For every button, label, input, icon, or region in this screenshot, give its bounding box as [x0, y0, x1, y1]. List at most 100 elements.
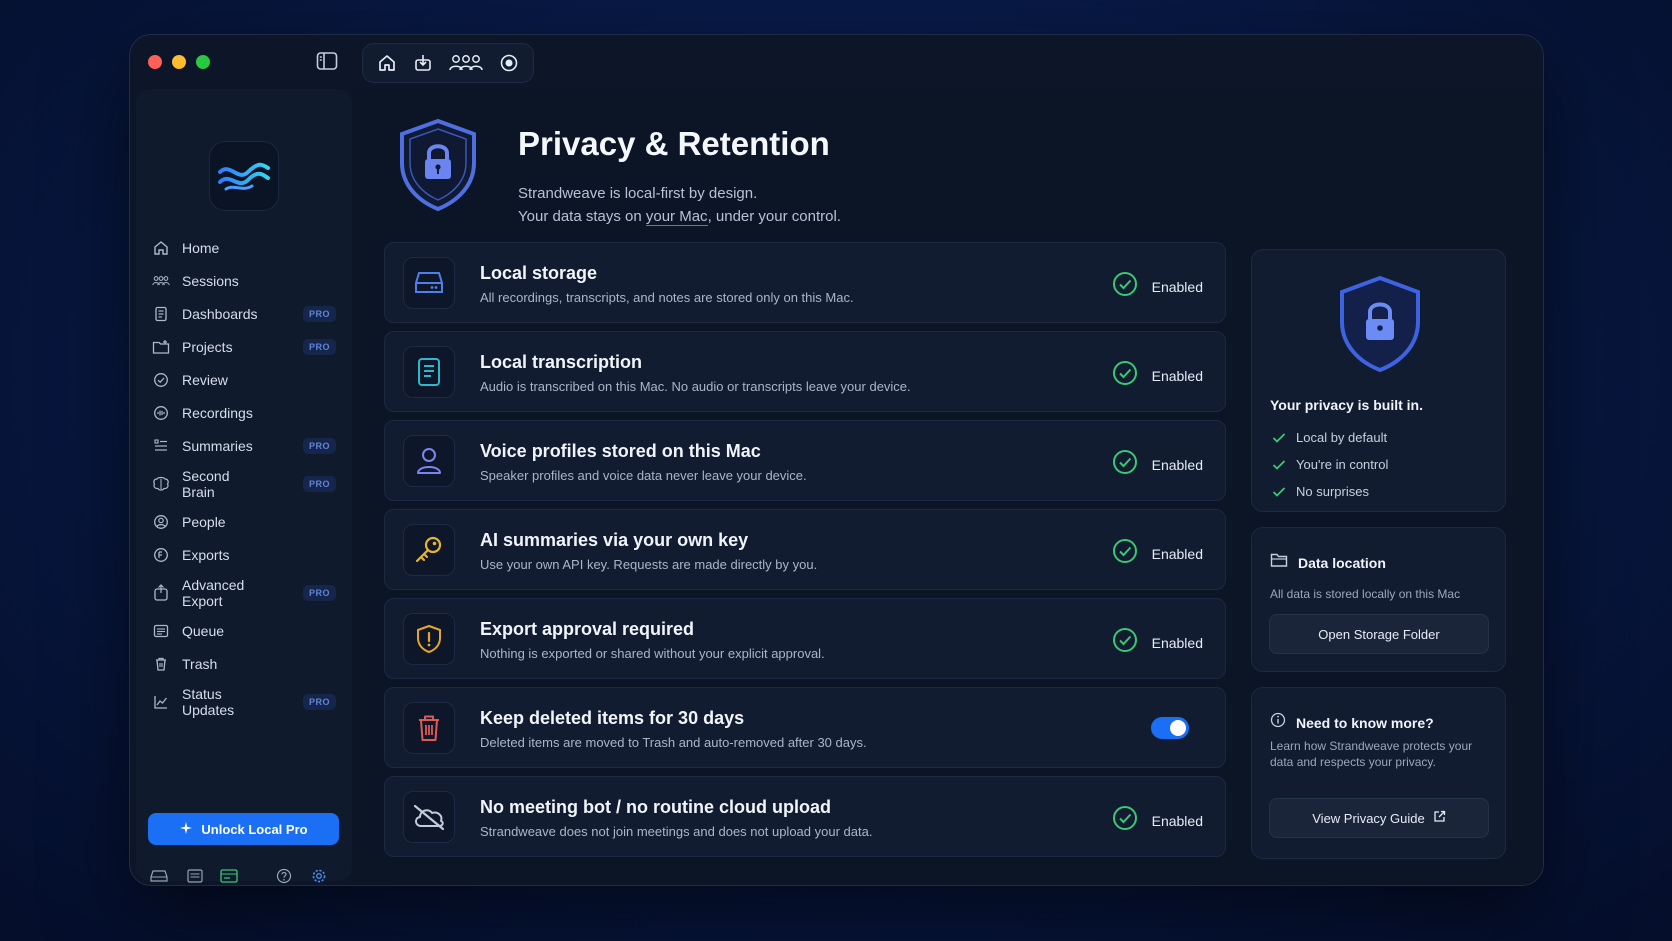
- check-circle-icon: [152, 371, 170, 389]
- sidebar-item-recordings[interactable]: Recordings: [148, 396, 340, 429]
- pro-badge: PRO: [302, 305, 336, 322]
- status-enabled: Enabled: [1112, 360, 1203, 391]
- sidebar-item-label: Review: [182, 371, 228, 388]
- check-circle-icon: [1112, 360, 1138, 391]
- pro-badge: PRO: [302, 584, 336, 601]
- shield-alert-icon: [403, 613, 455, 665]
- trash-icon: [403, 702, 455, 754]
- key-icon: [403, 524, 455, 576]
- feature-title: AI summaries via your own key: [480, 530, 749, 550]
- pro-badge: PRO: [302, 475, 336, 492]
- keep-deleted-toggle[interactable]: [1151, 717, 1189, 739]
- open-storage-folder-button[interactable]: Open Storage Folder: [1269, 614, 1489, 654]
- learn-more-card: Need to know more? Learn how Strandweave…: [1251, 687, 1506, 859]
- cloud-off-icon: [403, 791, 455, 843]
- sidebar-footer: [148, 865, 340, 885]
- unlock-pro-label: Unlock Local Pro: [201, 821, 308, 837]
- titlebar: [130, 35, 1543, 89]
- status-enabled: Enabled: [1112, 449, 1203, 480]
- shield-lock-icon: [396, 117, 480, 213]
- sidebar-item-home[interactable]: Home: [148, 231, 340, 264]
- app-logo: [209, 141, 279, 211]
- sidebar-item-label: Sessions: [182, 272, 239, 289]
- subtitle-text: , under your control.: [707, 208, 841, 225]
- chart-icon: [152, 693, 170, 711]
- home-icon[interactable]: [374, 50, 400, 76]
- calendar-icon[interactable]: [184, 865, 206, 885]
- sidebar-item-people[interactable]: People: [148, 505, 340, 538]
- record-icon[interactable]: [496, 50, 522, 76]
- drive-icon: [403, 257, 455, 309]
- sidebar-item-label: Second Brain: [182, 467, 230, 500]
- toolbar-group: [362, 43, 534, 83]
- external-link-icon: [1433, 810, 1446, 826]
- sidebar-item-projects[interactable]: Projects PRO: [148, 330, 340, 363]
- sidebar-item-trash[interactable]: Trash: [148, 647, 340, 680]
- person-circle-icon: [152, 513, 170, 531]
- sidebar-item-sessions[interactable]: Sessions: [148, 264, 340, 297]
- zoom-window-button[interactable]: [196, 55, 210, 69]
- sidebar-item-second-brain[interactable]: Second Brain PRO: [148, 462, 340, 505]
- sidebar-item-summaries[interactable]: Summaries PRO: [148, 429, 340, 462]
- data-location-title: Data location: [1298, 554, 1386, 571]
- import-icon[interactable]: [410, 50, 436, 76]
- check-icon: [1272, 486, 1286, 497]
- feature-title: Keep deleted items for 30 days: [480, 708, 745, 728]
- check-label: No surprises: [1296, 484, 1369, 499]
- list-item: No surprises: [1272, 478, 1388, 505]
- privacy-built-in-heading: Your privacy is built in.: [1270, 397, 1423, 413]
- your-mac-highlight: your Mac: [645, 208, 708, 226]
- view-privacy-guide-button[interactable]: View Privacy Guide: [1269, 798, 1489, 838]
- recording-icon: [152, 404, 170, 422]
- feature-description: Speaker profiles and voice data never le…: [480, 468, 807, 483]
- feature-description: Audio is transcribed on this Mac. No aud…: [480, 379, 911, 394]
- sidebar-item-status-updates[interactable]: Status Updates PRO: [148, 680, 340, 723]
- sidebar-item-exports[interactable]: Exports: [148, 538, 340, 571]
- list-icon: [152, 437, 170, 455]
- feature-keep-deleted: Keep deleted items for 30 days Deleted i…: [384, 687, 1226, 768]
- sidebar-item-dashboards[interactable]: Dashboards PRO: [148, 297, 340, 330]
- storage-status-icon[interactable]: [218, 865, 240, 885]
- minimize-window-button[interactable]: [172, 55, 186, 69]
- pro-badge: PRO: [302, 437, 336, 454]
- app-window: Home Sessions Dashboards PRO Projects PR…: [129, 34, 1544, 886]
- sidebar-item-review[interactable]: Review: [148, 363, 340, 396]
- people-group-icon[interactable]: [446, 50, 486, 76]
- status-enabled: Enabled: [1112, 627, 1203, 658]
- check-label: Local by default: [1296, 430, 1388, 445]
- help-icon[interactable]: [273, 865, 295, 885]
- check-icon: [1272, 432, 1286, 443]
- learn-more-header: Need to know more?: [1270, 712, 1434, 733]
- feature-ai-summaries: AI summaries via your own key Use your o…: [384, 509, 1226, 590]
- people-group-icon: [152, 272, 170, 290]
- trash-icon: [152, 655, 170, 673]
- queue-icon: [152, 622, 170, 640]
- button-label: View Privacy Guide: [1312, 810, 1425, 826]
- check-circle-icon: [1112, 538, 1138, 569]
- dashboard-icon: [152, 305, 170, 323]
- page-subtitle-2: Your data stays on your Mac, under your …: [518, 208, 841, 226]
- sidebar-item-label: Recordings: [182, 404, 253, 421]
- sidebar-item-label: Queue: [182, 622, 225, 639]
- feature-description: All recordings, transcripts, and notes a…: [480, 290, 854, 305]
- close-window-button[interactable]: [148, 55, 162, 69]
- privacy-features-list: Local storage All recordings, transcript…: [384, 242, 1226, 865]
- export-icon: [152, 546, 170, 564]
- feature-export-approval: Export approval required Nothing is expo…: [384, 598, 1226, 679]
- privacy-summary-card: Your privacy is built in. Local by defau…: [1251, 249, 1506, 512]
- pro-badge: PRO: [302, 693, 336, 710]
- check-label: You're in control: [1296, 457, 1389, 472]
- button-label: Open Storage Folder: [1318, 626, 1440, 642]
- unlock-pro-button[interactable]: Unlock Local Pro: [148, 813, 339, 845]
- sidebar: Home Sessions Dashboards PRO Projects PR…: [136, 89, 352, 884]
- drive-icon[interactable]: [148, 865, 170, 885]
- brain-icon: [152, 475, 170, 493]
- gear-icon[interactable]: [308, 865, 330, 885]
- sidebar-toggle-icon[interactable]: [316, 51, 340, 73]
- sidebar-item-queue[interactable]: Queue: [148, 614, 340, 647]
- check-circle-icon: [1112, 805, 1138, 836]
- status-label: Enabled: [1151, 456, 1203, 473]
- check-circle-icon: [1112, 271, 1138, 302]
- learn-more-title: Need to know more?: [1296, 714, 1434, 731]
- sidebar-item-advanced-export[interactable]: Advanced Export PRO: [148, 571, 340, 614]
